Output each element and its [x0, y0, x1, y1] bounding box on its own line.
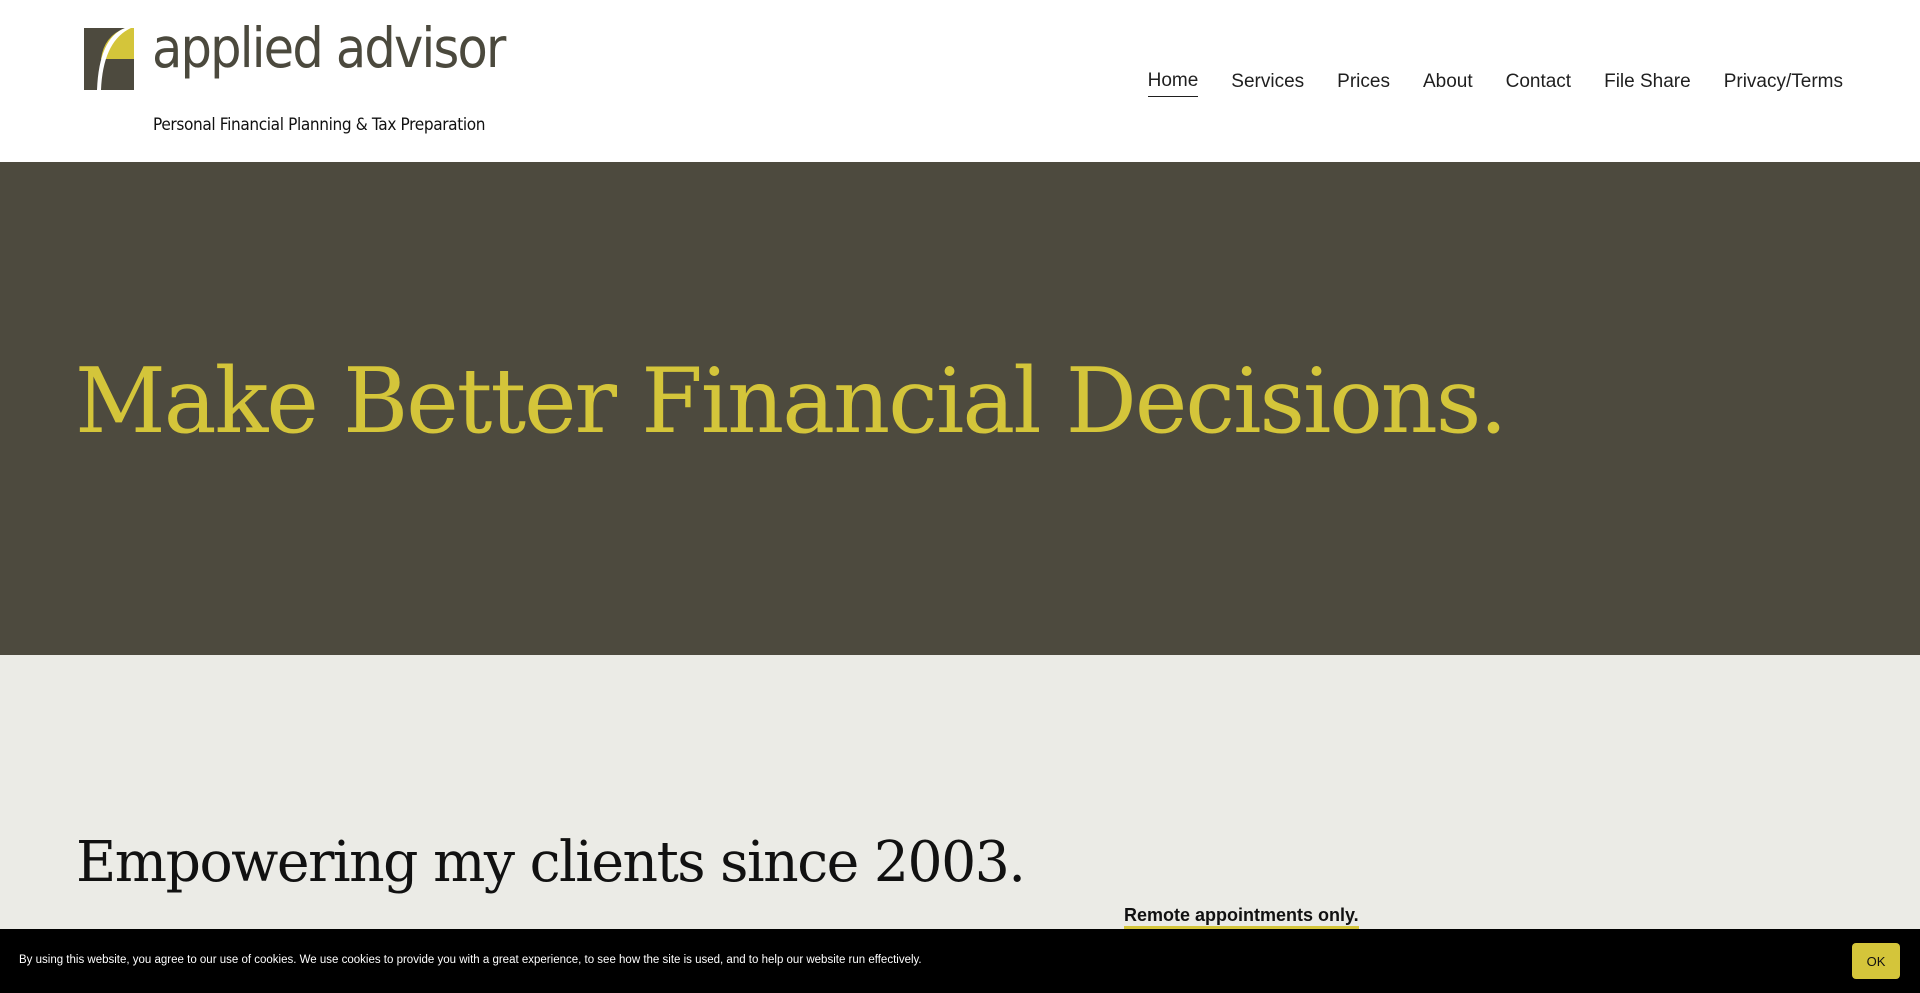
nav-item-services[interactable]: Services: [1231, 69, 1304, 97]
hero-section: Make Better Financial Decisions.: [0, 162, 1920, 655]
site-logo[interactable]: applied advisor Personal Financial Plann…: [84, 21, 506, 137]
nav-item-privacy-terms[interactable]: Privacy/Terms: [1724, 69, 1843, 97]
nav-item-prices[interactable]: Prices: [1337, 69, 1390, 97]
intro-title: Empowering my clients since 2003.: [76, 830, 1026, 895]
nav-item-about[interactable]: About: [1423, 69, 1473, 97]
hero-title: Make Better Financial Decisions.: [75, 349, 1508, 454]
nav-item-home[interactable]: Home: [1147, 68, 1199, 97]
nav-item-contact[interactable]: Contact: [1506, 69, 1571, 97]
logo-tagline: Personal Financial Planning & Tax Prepar…: [153, 115, 486, 134]
page: applied advisor Personal Financial Plann…: [0, 0, 1920, 993]
arch-square-logo-icon: [84, 28, 134, 90]
main-nav: Home Services Prices About Contact File …: [1147, 68, 1843, 97]
remote-appointments-note: Remote appointments only.: [1124, 904, 1359, 929]
cookie-ok-button[interactable]: OK: [1852, 943, 1900, 979]
site-header: applied advisor Personal Financial Plann…: [0, 0, 1920, 162]
nav-item-file-share[interactable]: File Share: [1604, 69, 1691, 97]
logo-wordmark: applied advisor: [152, 16, 506, 80]
cookie-banner: By using this website, you agree to our …: [0, 929, 1920, 993]
cookie-message: By using this website, you agree to our …: [19, 954, 922, 966]
